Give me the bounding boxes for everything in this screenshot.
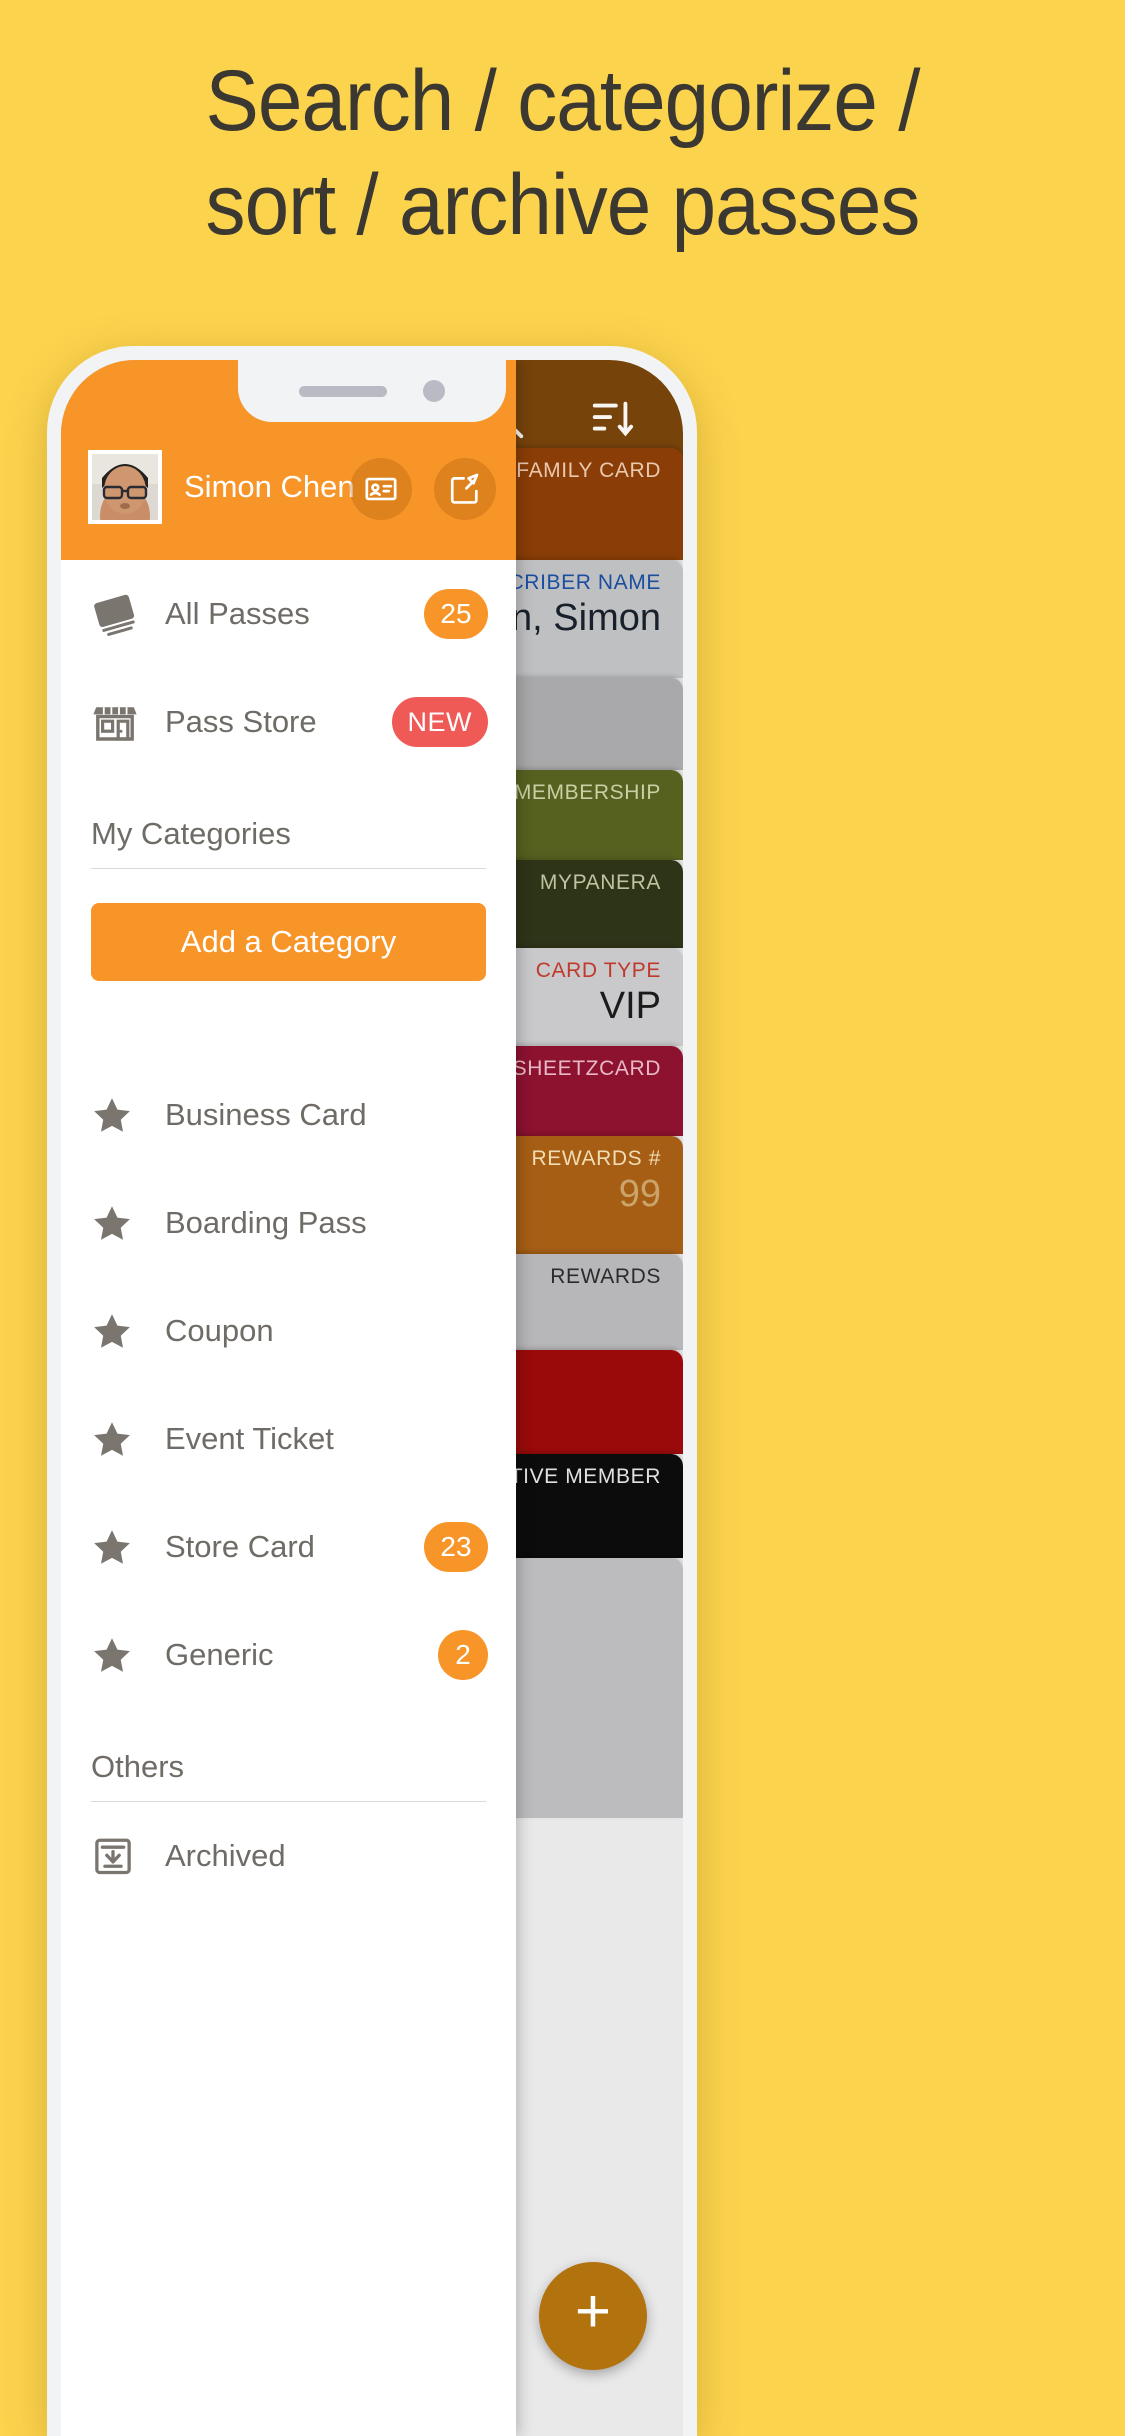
drawer-item-label: Archived — [165, 1838, 286, 1873]
store-card-count-badge: 23 — [424, 1522, 488, 1572]
avatar[interactable] — [88, 450, 162, 524]
category-item-coupon[interactable]: Coupon — [61, 1277, 516, 1385]
sort-descending-icon[interactable] — [589, 396, 635, 442]
my-categories-divider — [91, 868, 486, 869]
my-categories-header: My Categories — [91, 816, 291, 851]
category-label: Generic — [165, 1637, 274, 1672]
store-icon — [91, 698, 165, 746]
profile-name: Simon Chen — [184, 469, 355, 504]
star-icon — [91, 1418, 165, 1460]
navigation-drawer: Simon Chen All Passes 25 Pass Store NEW … — [61, 360, 516, 2436]
app-screen: A FAMILY CARD BSCRIBER NAME en, Simon MEMBE… — [61, 360, 683, 2436]
passes-icon — [91, 590, 165, 638]
category-item-event-ticket[interactable]: Event Ticket — [61, 1385, 516, 1493]
front-camera — [423, 380, 445, 402]
all-passes-count-badge: 25 — [424, 589, 488, 639]
marketing-headline: Search / categorize / sort / archive pas… — [39, 58, 1085, 248]
add-category-label: Add a Category — [180, 924, 397, 959]
generic-count-badge: 2 — [438, 1630, 488, 1680]
archive-icon — [91, 1834, 165, 1878]
others-header: Others — [91, 1749, 185, 1784]
edit-icon[interactable] — [434, 458, 496, 520]
category-label: Business Card — [165, 1097, 367, 1132]
add-pass-fab-label: + — [574, 2277, 612, 2346]
id-card-icon[interactable] — [350, 458, 412, 520]
star-icon — [91, 1526, 165, 1568]
phone-mockup: A FAMILY CARD BSCRIBER NAME en, Simon MEMBE… — [47, 346, 697, 2436]
category-label: Coupon — [165, 1313, 274, 1348]
phone-notch — [238, 360, 506, 422]
headline-line-1: Search / categorize / — [205, 53, 920, 149]
add-pass-fab[interactable]: + — [539, 2262, 647, 2370]
star-icon — [91, 1634, 165, 1676]
drawer-header-actions — [350, 458, 496, 520]
earpiece-speaker — [299, 385, 387, 397]
category-item-generic[interactable]: Generic 2 — [61, 1601, 516, 1709]
add-category-button[interactable]: Add a Category — [91, 903, 486, 981]
category-label: Store Card — [165, 1529, 315, 1564]
drawer-item-pass-store[interactable]: Pass Store NEW — [61, 668, 516, 776]
profile-block[interactable]: Simon Chen — [88, 450, 355, 524]
headline-line-2: sort / archive passes — [205, 157, 921, 253]
drawer-item-label: Pass Store — [165, 704, 317, 739]
category-label: Event Ticket — [165, 1421, 334, 1456]
phone-screen-bezel: A FAMILY CARD BSCRIBER NAME en, Simon MEMBE… — [61, 360, 683, 2436]
drawer-item-archived[interactable]: Archived — [61, 1802, 516, 1910]
star-icon — [91, 1202, 165, 1244]
category-item-boarding-pass[interactable]: Boarding Pass — [61, 1169, 516, 1277]
drawer-item-label: All Passes — [165, 596, 310, 631]
star-icon — [91, 1310, 165, 1352]
category-item-store-card[interactable]: Store Card 23 — [61, 1493, 516, 1601]
category-item-business-card[interactable]: Business Card — [61, 1061, 516, 1169]
star-icon — [91, 1094, 165, 1136]
pass-store-new-badge: NEW — [391, 697, 488, 747]
drawer-menu: All Passes 25 Pass Store NEW My Categori… — [61, 560, 516, 1910]
drawer-item-all-passes[interactable]: All Passes 25 — [61, 560, 516, 668]
category-label: Boarding Pass — [165, 1205, 367, 1240]
